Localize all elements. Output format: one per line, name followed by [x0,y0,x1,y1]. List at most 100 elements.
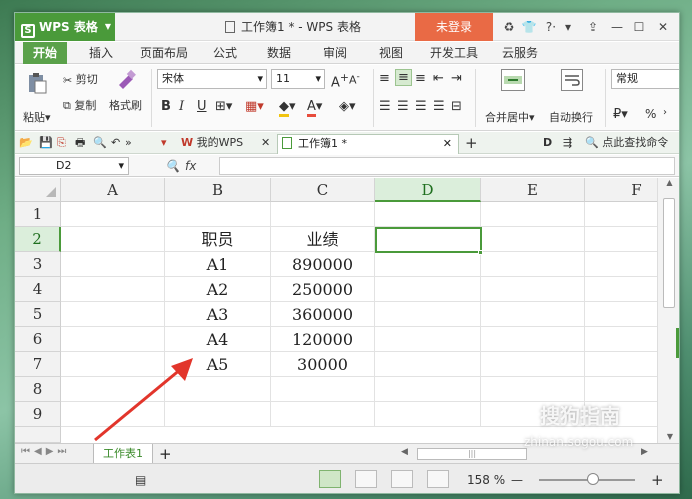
more-tools-icon[interactable]: » [125,132,132,154]
d-icon[interactable]: D [543,132,552,154]
font-color-icon[interactable]: A▾ [307,99,322,117]
horizontal-scroll-thumb[interactable]: ||| [417,448,527,460]
tab-cloud[interactable]: 云服务 [495,42,545,64]
shirt-icon[interactable]: 👕 [519,13,539,41]
chevron-right-icon[interactable]: › [663,107,667,118]
zoom-in-icon[interactable]: + [651,470,664,490]
help-dropdown-icon[interactable]: ▾ [563,13,573,41]
copy-button[interactable]: ⧉ 复制 [63,97,96,113]
sheet-nav-icon[interactable]: ⏮◀▶⏭ [21,446,70,457]
tab-home[interactable]: 开始 [23,42,67,64]
print-icon[interactable]: 🖶 [75,132,85,154]
align-left-icon[interactable]: ☰ [379,99,391,114]
zoom-formula-icon[interactable]: 🔍 [165,155,180,177]
bold-icon[interactable]: B [161,99,171,114]
zoom-level[interactable]: 158 % [467,470,505,490]
app-menu-button[interactable]: S WPS 表格 ▼ [15,13,115,41]
maximize-icon[interactable]: ☐ [629,13,649,41]
reading-mode-icon[interactable] [427,470,449,488]
fill-pattern-icon[interactable]: ▦▾ [245,99,264,114]
open-folder-icon[interactable]: 📂 [19,132,33,154]
tab-developer[interactable]: 开发工具 [425,42,483,64]
export-pdf-icon[interactable]: ⎘ [57,132,66,154]
print-preview-icon[interactable]: 🔍 [93,132,107,154]
tab-data[interactable]: 数据 [259,42,299,64]
close-icon[interactable]: ✕ [653,13,673,41]
doctab-workbook[interactable]: 工作簿1 * ✕ [277,134,459,154]
minimize-icon[interactable]: — [607,13,627,41]
tab-view[interactable]: 视图 [371,42,411,64]
merge-center-label: 合并居中 [485,111,529,124]
underline-icon[interactable]: U [197,99,207,114]
tab-insert[interactable]: 插入 [81,42,121,64]
currency-icon[interactable]: ₽▾ [613,107,628,122]
align-bottom-icon[interactable]: ≡ [415,71,426,86]
format-painter-icon[interactable] [115,69,141,93]
indent-increase-icon[interactable]: ⇥ [451,71,462,86]
clear-format-icon[interactable]: ◈▾ [339,99,356,114]
justify-icon[interactable]: ☰ [433,99,445,114]
vertical-scroll-thumb[interactable] [663,198,675,308]
copy-icon: ⧉ [63,99,71,112]
page-layout-view-icon[interactable] [391,470,413,488]
undo-icon[interactable]: ↶ [111,132,120,154]
wrap-text-icon[interactable] [561,69,583,91]
wrap-text-button[interactable]: 自动换行 [549,109,593,125]
paste-button[interactable]: 粘贴▾ [23,109,51,125]
search-command[interactable]: 🔍 点此查找命令 [585,132,668,154]
font-name-value: 宋体 [162,72,184,85]
scroll-left-icon[interactable]: ◀ [401,447,408,457]
italic-icon[interactable]: I [179,99,184,114]
decrease-font-icon[interactable]: A- [349,71,360,87]
customize-toolbar-icon[interactable]: ▾ [161,132,167,154]
merge-center-icon[interactable] [501,69,525,91]
save-icon[interactable]: 💾 [39,132,53,154]
align-top-icon[interactable]: ≡ [379,71,390,86]
close-tab-icon[interactable]: ✕ [261,132,270,154]
normal-view-icon[interactable] [319,470,341,488]
cut-button[interactable]: ✂ 剪切 [63,71,98,87]
name-box[interactable]: D2 ▾ [19,157,129,175]
zoom-slider-knob[interactable] [587,473,599,485]
distributed-icon[interactable]: ⊟ [451,99,462,114]
search-icon: 🔍 [585,136,599,149]
login-button[interactable]: 未登录 [415,13,493,41]
percent-button[interactable]: % [645,107,656,121]
merge-center-button[interactable]: 合并居中▾ [485,109,535,125]
border-icon[interactable]: ⊞▾ [215,99,232,114]
tab-page-layout[interactable]: 页面布局 [135,42,193,64]
formula-input[interactable] [219,157,675,175]
add-sheet-icon[interactable]: + [159,444,172,464]
zoom-out-icon[interactable]: — [511,470,523,490]
doctab-my-wps[interactable]: W 我的WPS [181,132,243,154]
paste-icon[interactable] [25,71,53,95]
increase-font-icon[interactable]: A+ [331,71,349,90]
sheet-tab-1[interactable]: 工作表1 [93,444,153,464]
indent-decrease-icon[interactable]: ⇤ [433,71,444,86]
new-tab-icon[interactable]: + [465,132,478,154]
tab-review[interactable]: 审阅 [315,42,355,64]
share-icon[interactable]: ⇶ [563,132,572,154]
side-panel-handle[interactable] [676,328,679,358]
fx-button[interactable]: fx [185,155,196,177]
ribbon-divider [475,69,476,127]
align-center-icon[interactable]: ☰ [397,99,409,114]
wps-logo-icon: S [21,24,35,38]
font-name-select[interactable]: 宋体 ▾ [157,69,267,89]
font-size-select[interactable]: 11 ▾ [271,69,325,89]
align-middle-icon[interactable]: ≡ [395,69,412,86]
search-command-label: 点此查找命令 [602,136,669,149]
close-tab-icon[interactable]: ✕ [443,135,452,153]
format-painter-button[interactable]: 格式刷 [109,97,142,113]
number-format-select[interactable]: 常规 [611,69,679,89]
align-right-icon[interactable]: ☰ [415,99,427,114]
help-icon[interactable]: ?· [541,13,561,41]
tab-formula[interactable]: 公式 [205,42,245,64]
restore-ribbon-icon[interactable]: ⇪ [583,13,603,41]
skin-icon[interactable]: ♻ [501,13,517,41]
scroll-up-icon[interactable]: ▲ [658,178,679,187]
status-bar: ▤ 158 % — + [15,463,679,493]
macro-record-icon[interactable]: ▤ [135,470,146,490]
fill-color-icon[interactable]: ◆▾ [279,99,296,117]
page-break-view-icon[interactable] [355,470,377,488]
